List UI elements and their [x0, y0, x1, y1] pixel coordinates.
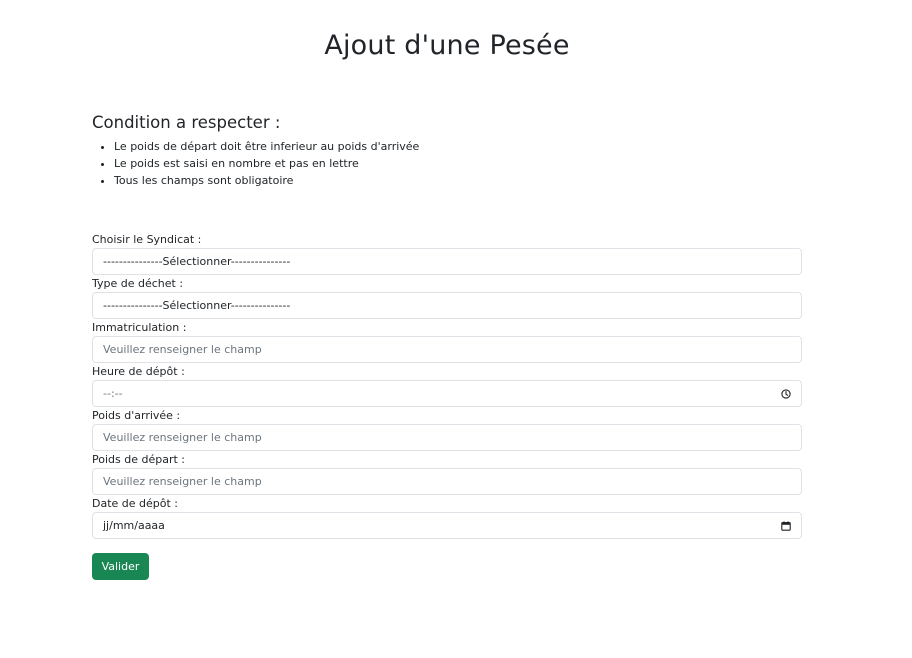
immatriculation-label: Immatriculation :: [92, 321, 187, 334]
condition-item: Le poids de départ doit être inferieur a…: [114, 138, 802, 155]
heure-depot-group: Heure de dépôt : --:--: [92, 364, 802, 407]
poids-arrivee-input[interactable]: Veuillez renseigner le champ: [92, 424, 802, 451]
pesee-form: Choisir le Syndicat : ---------------Sél…: [92, 232, 802, 540]
syndicat-select[interactable]: ---------------Sélectionner-------------…: [92, 248, 802, 275]
immatriculation-input[interactable]: Veuillez renseigner le champ: [92, 336, 802, 363]
type-dechet-label: Type de déchet :: [92, 277, 184, 290]
page: Ajout d'une Pesée Condition a respecter …: [0, 0, 912, 658]
poids-arrivee-label: Poids d'arrivée :: [92, 409, 181, 422]
calendar-icon[interactable]: [780, 520, 792, 532]
type-dechet-group: Type de déchet : ---------------Sélectio…: [92, 276, 802, 319]
conditions-heading: Condition a respecter :: [92, 113, 281, 132]
condition-item: Le poids est saisi en nombre et pas en l…: [114, 155, 802, 172]
poids-depart-input[interactable]: Veuillez renseigner le champ: [92, 468, 802, 495]
heure-depot-label: Heure de dépôt :: [92, 365, 185, 378]
poids-depart-label: Poids de départ :: [92, 453, 185, 466]
date-depot-input[interactable]: jj/mm/aaaa: [92, 512, 802, 539]
heure-depot-input[interactable]: --:--: [92, 380, 802, 407]
syndicat-label: Choisir le Syndicat :: [92, 233, 202, 246]
poids-depart-placeholder: Veuillez renseigner le champ: [103, 475, 262, 488]
poids-depart-group: Poids de départ : Veuillez renseigner le…: [92, 452, 802, 495]
date-depot-group: Date de dépôt : jj/mm/aaaa: [92, 496, 802, 539]
date-depot-label: Date de dépôt :: [92, 497, 179, 510]
type-dechet-selected-value: ---------------Sélectionner-------------…: [103, 299, 291, 312]
page-title: Ajout d'une Pesée: [324, 30, 570, 61]
immatriculation-group: Immatriculation : Veuillez renseigner le…: [92, 320, 802, 363]
poids-arrivee-placeholder: Veuillez renseigner le champ: [103, 431, 262, 444]
syndicat-group: Choisir le Syndicat : ---------------Sél…: [92, 232, 802, 275]
syndicat-selected-value: ---------------Sélectionner-------------…: [103, 255, 291, 268]
conditions-list: Le poids de départ doit être inferieur a…: [92, 138, 802, 189]
poids-arrivee-group: Poids d'arrivée : Veuillez renseigner le…: [92, 408, 802, 451]
conditions-section: Condition a respecter : Le poids de dépa…: [92, 113, 802, 189]
condition-item: Tous les champs sont obligatoire: [114, 172, 802, 189]
heure-depot-value: --:--: [103, 387, 123, 400]
date-depot-value: jj/mm/aaaa: [103, 519, 165, 532]
valider-button[interactable]: Valider: [92, 553, 149, 580]
clock-icon[interactable]: [780, 388, 792, 400]
type-dechet-select[interactable]: ---------------Sélectionner-------------…: [92, 292, 802, 319]
immatriculation-placeholder: Veuillez renseigner le champ: [103, 343, 262, 356]
